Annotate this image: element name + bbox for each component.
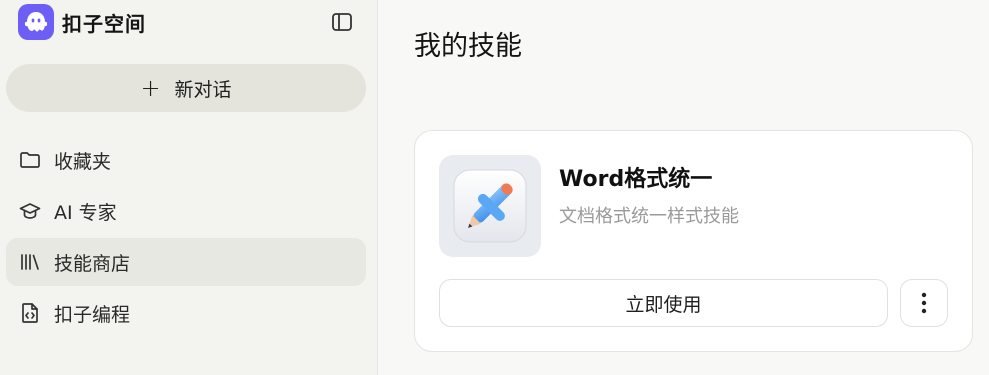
skill-card: Word格式统一 文档格式统一样式技能 立即使用: [414, 130, 973, 352]
page-title: 我的技能: [414, 31, 522, 62]
sidebar-item-label: 技能商店: [54, 252, 131, 275]
sidebar-toggle-button[interactable]: [330, 10, 354, 34]
main-content: 我的技能 Word格式统一 文档格式统一样式技能 立即使用: [379, 0, 989, 375]
code-file-icon: [18, 301, 42, 325]
sidebar-item-favorites[interactable]: 收藏夹: [6, 136, 366, 184]
plus-icon: +: [140, 74, 161, 102]
use-now-button[interactable]: 立即使用: [439, 279, 888, 327]
skill-thumbnail: [439, 155, 541, 257]
more-vertical-icon: [921, 292, 927, 314]
sidebar-item-label: AI 专家: [54, 201, 117, 224]
skill-description: 文档格式统一样式技能: [559, 206, 739, 227]
new-chat-button[interactable]: + 新对话: [6, 64, 366, 112]
skill-name: Word格式统一: [559, 167, 713, 192]
graduation-cap-icon: [18, 199, 42, 223]
sidebar: 扣子空间 + 新对话 收藏夹 AI 专家 技能商店 扣子编程: [0, 0, 378, 375]
more-options-button[interactable]: [900, 279, 948, 327]
sidebar-item-label: 扣子编程: [54, 303, 131, 326]
pencil-ruler-icon: [453, 169, 527, 243]
sidebar-item-skill-store[interactable]: 技能商店: [6, 238, 366, 286]
folder-icon: [18, 148, 42, 172]
sidebar-nav: 收藏夹 AI 专家 技能商店 扣子编程: [6, 136, 366, 340]
brand-name: 扣子空间: [62, 11, 146, 36]
library-icon: [18, 250, 42, 274]
sidebar-item-coze-coding[interactable]: 扣子编程: [6, 289, 366, 337]
sidebar-item-ai-experts[interactable]: AI 专家: [6, 187, 366, 235]
new-chat-label: 新对话: [174, 78, 232, 101]
sidebar-item-label: 收藏夹: [54, 150, 112, 173]
sidebar-toggle-icon: [332, 13, 352, 31]
brand[interactable]: 扣子空间: [18, 4, 146, 40]
ghost-logo-icon: [18, 4, 54, 40]
